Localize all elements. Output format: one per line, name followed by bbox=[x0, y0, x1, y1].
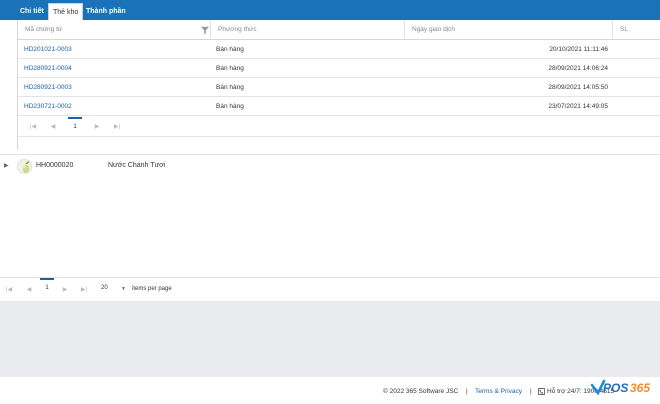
section-divider bbox=[0, 154, 660, 155]
detail-tab-bar: Chi tiết Thẻ kho Thành phần bbox=[0, 0, 660, 20]
date-cell: 28/09/2021 14:05:50 bbox=[548, 84, 608, 91]
next-page-icon[interactable]: ▶ bbox=[60, 280, 70, 300]
page-footer: © 2022 365 Software JSC | Terms & Privac… bbox=[0, 377, 660, 404]
method-cell: Bán hàng bbox=[216, 65, 244, 72]
table-row[interactable]: HD230721-0002 Bán hàng 23/07/2021 14:49:… bbox=[18, 97, 660, 116]
page-size-value: 20 bbox=[101, 285, 108, 291]
grid-pager: |◀ ◀ 1 ▶ ▶| bbox=[18, 117, 660, 137]
column-header-quantity[interactable]: SL bbox=[613, 20, 660, 40]
last-page-icon[interactable]: ▶| bbox=[112, 117, 122, 137]
page-number-current[interactable]: 1 bbox=[68, 117, 82, 137]
prev-page-icon[interactable]: ◀ bbox=[48, 117, 58, 137]
phone-icon bbox=[538, 388, 545, 395]
voucher-code-link[interactable]: HD201021-0003 bbox=[24, 40, 72, 59]
date-cell: 23/07/2021 14:49:05 bbox=[548, 103, 608, 110]
prev-page-icon[interactable]: ◀ bbox=[24, 280, 34, 300]
product-row[interactable]: ▶ HH0000020 Nước Chanh Tươi bbox=[0, 158, 660, 176]
stock-card-grid: Mã chứng từ Phương thức Ngày giao dịch S… bbox=[17, 20, 660, 150]
voucher-code-link[interactable]: HD280921-0004 bbox=[24, 59, 72, 78]
next-page-icon[interactable]: ▶ bbox=[92, 117, 102, 137]
copyright-text: © 2022 365 Software JSC bbox=[383, 388, 459, 395]
chevron-down-icon: ▼ bbox=[121, 286, 126, 292]
footer-separator: | bbox=[530, 388, 532, 395]
main-pager: |◀ ◀ 1 ▶ ▶| 20 ▼ items per page bbox=[0, 277, 660, 301]
table-row[interactable]: HD280921-0004 Bán hàng 28/09/2021 14:06:… bbox=[18, 59, 660, 78]
table-row[interactable]: HD201021-0003 Bán hàng 20/10/2021 11:11:… bbox=[18, 40, 660, 59]
expand-row-icon[interactable]: ▶ bbox=[4, 162, 9, 169]
footer-separator: | bbox=[466, 388, 468, 395]
product-thumbnail bbox=[17, 159, 32, 174]
svg-text:POS: POS bbox=[603, 381, 628, 395]
table-row[interactable]: HD280921-0003 Bán hàng 28/09/2021 14:05:… bbox=[18, 78, 660, 97]
column-header-transaction-date[interactable]: Ngày giao dịch bbox=[405, 20, 613, 40]
first-page-icon[interactable]: |◀ bbox=[28, 117, 38, 137]
svg-text:365: 365 bbox=[630, 381, 650, 395]
product-name: Nước Chanh Tươi bbox=[108, 162, 166, 169]
method-cell: Bán hàng bbox=[216, 84, 244, 91]
grid-header: Mã chứng từ Phương thức Ngày giao dịch S… bbox=[18, 20, 660, 40]
tab-the-kho[interactable]: Thẻ kho bbox=[48, 3, 84, 20]
filter-icon[interactable] bbox=[201, 26, 209, 34]
terms-privacy-link[interactable]: Terms & Privacy bbox=[475, 388, 522, 395]
empty-content-area bbox=[0, 301, 660, 377]
column-header-voucher-code[interactable]: Mã chứng từ bbox=[18, 20, 211, 40]
method-cell: Bán hàng bbox=[216, 103, 244, 110]
tab-chi-tiet[interactable]: Chi tiết bbox=[16, 3, 48, 20]
column-header-method[interactable]: Phương thức bbox=[211, 20, 405, 40]
voucher-code-link[interactable]: HD280921-0003 bbox=[24, 78, 72, 97]
items-per-page-label: items per page bbox=[132, 286, 172, 292]
page-number-current[interactable]: 1 bbox=[40, 278, 54, 298]
voucher-code-link[interactable]: HD230721-0002 bbox=[24, 97, 72, 116]
last-page-icon[interactable]: ▶| bbox=[79, 280, 89, 300]
product-code: HH0000020 bbox=[36, 162, 74, 169]
page-size-select[interactable]: 20 ▼ bbox=[101, 285, 127, 295]
method-cell: Bán hàng bbox=[216, 46, 244, 53]
date-cell: 28/09/2021 14:06:24 bbox=[548, 65, 608, 72]
tab-thanh-phan[interactable]: Thành phần bbox=[82, 3, 130, 20]
first-page-icon[interactable]: |◀ bbox=[4, 280, 14, 300]
date-cell: 20/10/2021 11:11:46 bbox=[549, 46, 608, 53]
pos365-logo: POS 365 bbox=[590, 379, 650, 396]
